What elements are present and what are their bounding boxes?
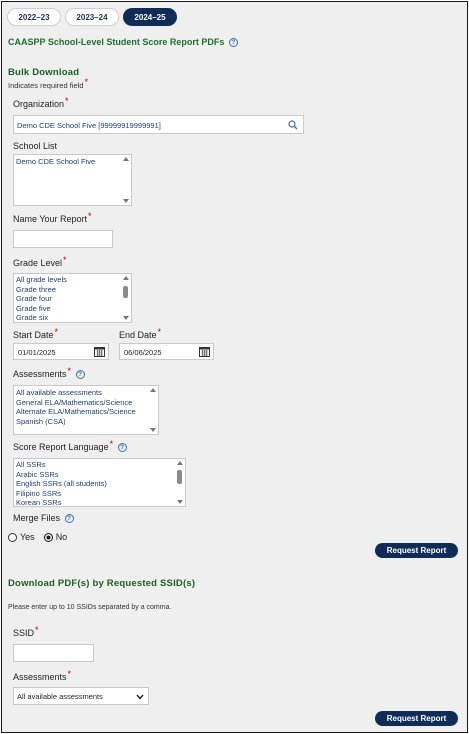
help-icon[interactable]: ? [75,370,85,380]
ssid-assessments-label: Assessments* [13,669,72,682]
list-item[interactable]: All grade levels [14,275,131,285]
page-title: CAASPP School-Level Student Score Report… [8,37,238,48]
ssid-input[interactable] [13,644,94,662]
language-label: Score Report Language* ? [13,439,127,453]
page-title-text: CAASPP School-Level Student Score Report… [8,37,225,47]
ssid-heading: Download PDF(s) by Requested SSID(s) [8,578,196,589]
ssid-request-report-button[interactable]: Request Report [375,711,458,726]
ssid-assessments-value: All available assessments [17,692,103,701]
ssid-label-text: SSID [13,628,35,638]
required-asterisk: * [157,327,162,337]
required-asterisk: * [109,439,114,449]
organization-label: Organization* [13,96,69,109]
required-asterisk: * [67,669,72,679]
tab-2024-25[interactable]: 2024–25 [123,8,177,26]
organization-input[interactable]: Demo CDE School Five [99999919999991] [13,115,304,134]
list-item[interactable]: Filipino SSRs [14,489,185,499]
assessments-label: Assessments* ? [13,366,85,380]
merge-no-radio[interactable] [43,532,53,542]
required-asterisk: * [35,625,39,635]
start-date-label-text: Start Date [13,330,54,340]
start-date-label: Start Date* [13,327,59,340]
grade-level-list[interactable]: All grade levels Grade three Grade four … [13,273,132,323]
list-item[interactable]: Grade four [14,294,131,304]
list-item[interactable]: General ELA/Mathematics/Science [14,398,158,408]
ssid-label: SSID* [13,625,39,638]
required-asterisk: * [67,366,72,376]
list-item[interactable]: Demo CDE School Five [14,157,131,167]
calendar-icon[interactable] [94,346,105,357]
search-icon[interactable] [288,120,298,130]
assessments-list[interactable]: All available assessments General ELA/Ma… [13,385,159,435]
list-item[interactable]: All SSRs [14,460,185,470]
list-item[interactable]: Grade three [14,285,131,295]
grade-level-label-text: Grade Level [13,258,63,268]
school-list-box[interactable]: Demo CDE School Five [13,154,132,206]
list-item[interactable]: Arabic SSRs [14,470,185,480]
list-item[interactable]: Korean SSRs [14,498,185,506]
language-label-text: Score Report Language [13,442,109,452]
tab-2022-23[interactable]: 2022–23 [7,8,61,26]
scrollbar[interactable] [122,156,130,204]
merge-no-label: No [55,532,68,542]
ssid-instructions: Please enter up to 10 SSIDs separated by… [8,604,172,611]
ssid-assessments-select[interactable]: All available assessments [13,687,149,705]
list-item[interactable]: English SSRs (all students) [14,479,185,489]
list-item[interactable]: All available assessments [14,388,158,398]
merge-yes-radio[interactable] [8,532,17,542]
required-note: Indicates required field* [8,77,88,90]
organization-value: Demo CDE School Five [99999919999991] [17,121,161,130]
scrollbar[interactable] [122,275,130,321]
report-name-input[interactable] [13,230,113,248]
list-item[interactable]: Grade six [14,313,131,322]
end-date-input[interactable]: 06/06/2025 [119,343,214,360]
list-item[interactable]: Alternate ELA/Mathematics/Science [14,407,158,417]
school-list-label: School List [13,141,58,151]
required-asterisk: * [88,211,92,221]
scrollbar[interactable] [176,460,184,505]
end-date-label: End Date* [119,327,162,340]
list-item[interactable]: Spanish (CSA) [14,417,158,427]
end-date-label-text: End Date [119,330,157,340]
ssid-assessments-label-text: Assessments [13,672,67,682]
merge-yes-label: Yes [20,532,35,542]
help-icon[interactable]: ? [64,514,74,524]
required-note-text: Indicates required field [8,81,84,90]
tab-2023-24[interactable]: 2023–24 [65,8,119,26]
grade-level-label: Grade Level* [13,255,67,268]
report-name-label: Name Your Report* [13,211,92,224]
bulk-download-heading: Bulk Download [8,67,80,78]
help-icon[interactable]: ? [228,38,238,48]
language-list[interactable]: All SSRs Arabic SSRs English SSRs (all s… [13,458,186,507]
required-asterisk: * [65,96,69,106]
scrollbar[interactable] [149,387,157,433]
help-icon[interactable]: ? [117,443,127,453]
report-name-label-text: Name Your Report [13,214,88,224]
merge-options: Yes No [8,532,67,542]
assessments-label-text: Assessments [13,369,67,379]
required-asterisk: * [63,255,67,265]
merge-files-label-text: Merge Files [13,513,61,523]
organization-label-text: Organization [13,99,65,109]
start-date-input[interactable]: 01/01/2025 [13,343,109,360]
list-item[interactable]: Grade five [14,304,131,314]
calendar-icon[interactable] [199,346,210,357]
request-report-button[interactable]: Request Report [375,543,458,558]
required-asterisk: * [84,77,88,87]
required-asterisk: * [54,327,59,337]
page-frame: 2022–23 2023–24 2024–25 CAASPP School-Le… [1,1,468,733]
chevron-down-icon [136,694,144,700]
merge-files-label: Merge Files ? [13,513,74,524]
